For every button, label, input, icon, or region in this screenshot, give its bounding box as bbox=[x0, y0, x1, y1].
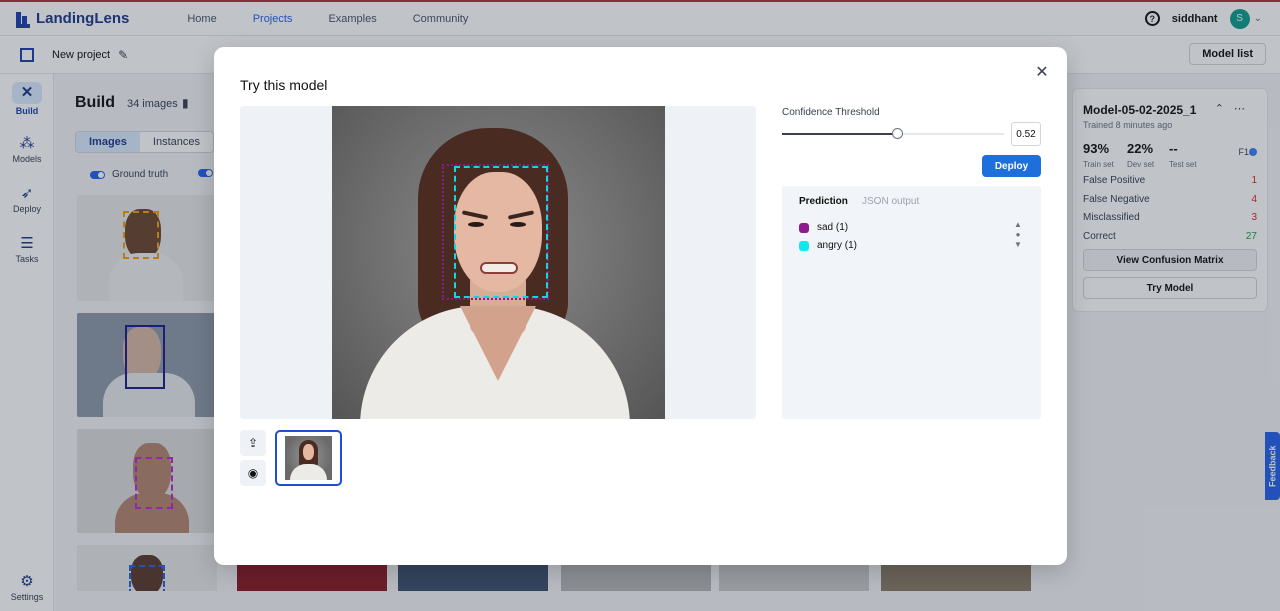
preview-photo bbox=[332, 106, 665, 419]
slider-fill bbox=[782, 133, 898, 135]
class-color-swatch bbox=[799, 222, 809, 233]
class-color-swatch bbox=[799, 240, 809, 251]
confidence-input[interactable]: 0.52 bbox=[1011, 122, 1041, 146]
close-icon[interactable]: ✕ bbox=[1033, 63, 1051, 81]
arrow-up-icon[interactable]: ▲ bbox=[1013, 220, 1023, 230]
dot-icon: ● bbox=[1015, 230, 1021, 239]
scroll-control[interactable]: ▲ ● ▼ bbox=[1013, 220, 1023, 250]
prediction-box-angry bbox=[454, 166, 548, 298]
upload-image-icon[interactable]: ⇪ bbox=[240, 430, 266, 456]
prediction-item-angry[interactable]: angry (1) bbox=[799, 240, 857, 251]
prediction-item-sad[interactable]: sad (1) bbox=[799, 222, 848, 233]
camera-icon[interactable]: ◉ bbox=[240, 460, 266, 486]
selected-image-thumbnail[interactable] bbox=[275, 430, 342, 486]
try-model-dialog: Try this model ✕ ⇪ ◉ Confidence Threshol… bbox=[214, 47, 1067, 565]
arrow-down-icon[interactable]: ▼ bbox=[1013, 240, 1023, 250]
confidence-threshold-label: Confidence Threshold bbox=[782, 107, 880, 118]
tab-json-output[interactable]: JSON output bbox=[862, 196, 919, 207]
prediction-label: sad (1) bbox=[817, 222, 849, 233]
slider-handle[interactable] bbox=[892, 128, 904, 139]
image-preview bbox=[240, 106, 756, 419]
dialog-title: Try this model bbox=[240, 77, 328, 93]
prediction-label: angry (1) bbox=[817, 240, 858, 251]
prediction-panel: Prediction JSON output sad (1) angry (1)… bbox=[782, 186, 1041, 419]
tab-prediction[interactable]: Prediction bbox=[799, 196, 848, 207]
confidence-slider[interactable] bbox=[782, 128, 1004, 139]
deploy-button[interactable]: Deploy bbox=[982, 155, 1041, 177]
